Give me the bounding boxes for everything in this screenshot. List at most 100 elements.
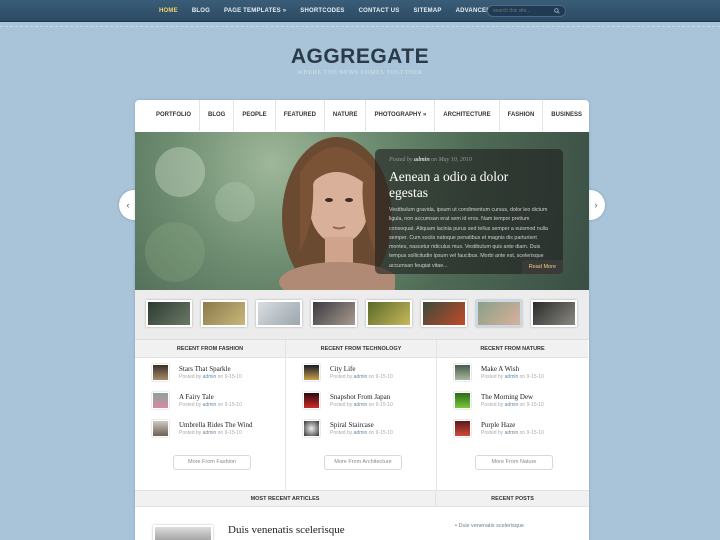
post-item[interactable]: Make A Wish Posted by admin on 9-15-10 [454,358,588,386]
post-date: on 9-15-10 [519,373,544,380]
post-date: on 9-15-10 [217,429,242,436]
post-title[interactable]: The Morning Dew [481,393,544,401]
featured-slider[interactable]: Posted by admin on May 10, 2010 Aenean a… [135,132,589,290]
catnav-photography[interactable]: PHOTOGRAPHY » [366,100,436,131]
more-from-fashion-button[interactable]: More From Fashion [173,455,251,470]
post-by: Posted by [330,401,353,408]
column-heading: RECENT FROM FASHION [135,340,285,358]
thumbnail-active[interactable] [476,300,522,327]
thumbnail[interactable] [256,300,302,327]
post-item[interactable]: City Life Posted by admin on 9-15-10 [303,358,436,386]
post-author[interactable]: admin [354,402,368,408]
post-meta: Posted by admin on 9-15-10 [330,374,393,380]
post-thumbnail[interactable] [303,419,320,437]
catnav-portfolio[interactable]: PORTFOLIO [148,100,200,131]
slide-title[interactable]: Aenean a odio a dolor egestas [389,169,549,201]
slide-meta: Posted by admin on May 10, 2010 [389,157,549,163]
post-thumbnail[interactable] [303,391,320,409]
post-thumbnail[interactable] [454,391,471,409]
more-from-architecture-button[interactable]: More From Architecture [324,455,402,470]
post-title[interactable]: City Life [330,365,393,373]
recent-nature-column: RECENT FROM NATURE Make A Wish Posted by… [437,340,588,490]
post-item[interactable]: Purple Haze Posted by admin on 9-15-10 [454,414,588,442]
post-item[interactable]: The Morning Dew Posted by admin on 9-15-… [454,386,588,414]
topnav-page-templates[interactable]: PAGE TEMPLATES » [217,0,293,22]
post-author[interactable]: admin [354,430,368,436]
post-author[interactable]: admin [505,430,519,436]
thumbnail[interactable] [146,300,192,327]
post-title[interactable]: Stars That Sparkle [179,365,242,373]
post-by: Posted by [481,429,504,436]
post-date: on 9-15-10 [368,373,393,380]
post-author[interactable]: admin [203,402,217,408]
post-title[interactable]: Purple Haze [481,421,544,429]
post-meta: Posted by admin on 9-15-10 [330,430,393,436]
slider-next-button[interactable]: › [587,190,605,220]
post-item[interactable]: Snapshot From Japan Posted by admin on 9… [303,386,436,414]
post-author[interactable]: admin [505,402,519,408]
catnav-architecture[interactable]: ARCHITECTURE [435,100,500,131]
post-author[interactable]: admin [505,374,519,380]
post-title[interactable]: Snapshot From Japan [330,393,393,401]
topnav-shortcodes[interactable]: SHORTCODES [293,0,351,22]
catnav-fashion[interactable]: FASHION [500,100,544,131]
read-more-button[interactable]: Read More [521,260,563,274]
bokeh-light [145,222,205,282]
thumbnail[interactable] [366,300,412,327]
catnav-business[interactable]: BUSINESS [543,100,589,131]
article-thumbnail[interactable] [153,525,213,540]
post-item[interactable]: A Fairy Tale Posted by admin on 9-15-10 [152,386,285,414]
recent-fashion-column: RECENT FROM FASHION Stars That Sparkle P… [135,340,286,490]
post-date: on 9-15-10 [217,373,242,380]
category-nav: PORTFOLIO BLOG PEOPLE FEATURED NATURE PH… [135,100,589,131]
post-thumbnail[interactable] [303,363,320,381]
article-title[interactable]: Duis venenatis scelerisque [228,524,345,536]
more-from-nature-button[interactable]: More From Nature [475,455,553,470]
recent-post-link[interactable]: • Duis venenatis scelerisque [455,523,524,529]
topnav-sitemap[interactable]: SITEMAP [407,0,449,22]
slide-author-link[interactable]: admin [414,157,430,163]
post-meta: Posted by admin on 9-15-10 [179,430,253,436]
search-input[interactable] [493,8,553,14]
post-thumbnail[interactable] [152,391,169,409]
search-box [487,5,566,17]
post-author[interactable]: admin [203,374,217,380]
post-title[interactable]: Spiral Staircase [330,421,393,429]
post-meta: Posted by admin on 9-15-10 [179,402,242,408]
post-title[interactable]: A Fairy Tale [179,393,242,401]
post-by: Posted by [481,401,504,408]
post-thumbnail[interactable] [152,363,169,381]
search-icon[interactable] [554,8,560,14]
topnav-contact-us[interactable]: CONTACT US [352,0,407,22]
post-date: on 9-15-10 [368,401,393,408]
topnav-home[interactable]: HOME [152,0,185,22]
post-item[interactable]: Spiral Staircase Posted by admin on 9-15… [303,414,436,442]
post-date: on 9-15-10 [368,429,393,436]
chevron-left-icon: ‹ [126,200,130,210]
logo-title: AGGREGATE [290,45,430,68]
recent-posts-heading: RECENT POSTS [435,490,589,507]
thumbnail[interactable] [531,300,577,327]
post-date: on 9-15-10 [217,401,242,408]
thumbnail[interactable] [311,300,357,327]
catnav-featured[interactable]: FEATURED [276,100,325,131]
post-author[interactable]: admin [354,374,368,380]
post-item[interactable]: Umbrella Rides The Wind Posted by admin … [152,414,285,442]
catnav-people[interactable]: PEOPLE [234,100,276,131]
site-logo[interactable]: AGGREGATE WHERE THE NEWS COMES TOGETHER [0,45,720,76]
thumbnail[interactable] [421,300,467,327]
thumbnail[interactable] [201,300,247,327]
catnav-nature[interactable]: NATURE [325,100,367,131]
post-thumbnail[interactable] [454,363,471,381]
post-title[interactable]: Make A Wish [481,365,544,373]
post-author[interactable]: admin [203,430,217,436]
post-by: Posted by [330,373,353,380]
topnav-blog[interactable]: BLOG [185,0,217,22]
post-by: Posted by [179,373,202,380]
catnav-blog[interactable]: BLOG [200,100,235,131]
post-item[interactable]: Stars That Sparkle Posted by admin on 9-… [152,358,285,386]
post-title[interactable]: Umbrella Rides The Wind [179,421,253,429]
post-thumbnail[interactable] [152,419,169,437]
post-thumbnail[interactable] [454,419,471,437]
bokeh-light [155,147,205,197]
